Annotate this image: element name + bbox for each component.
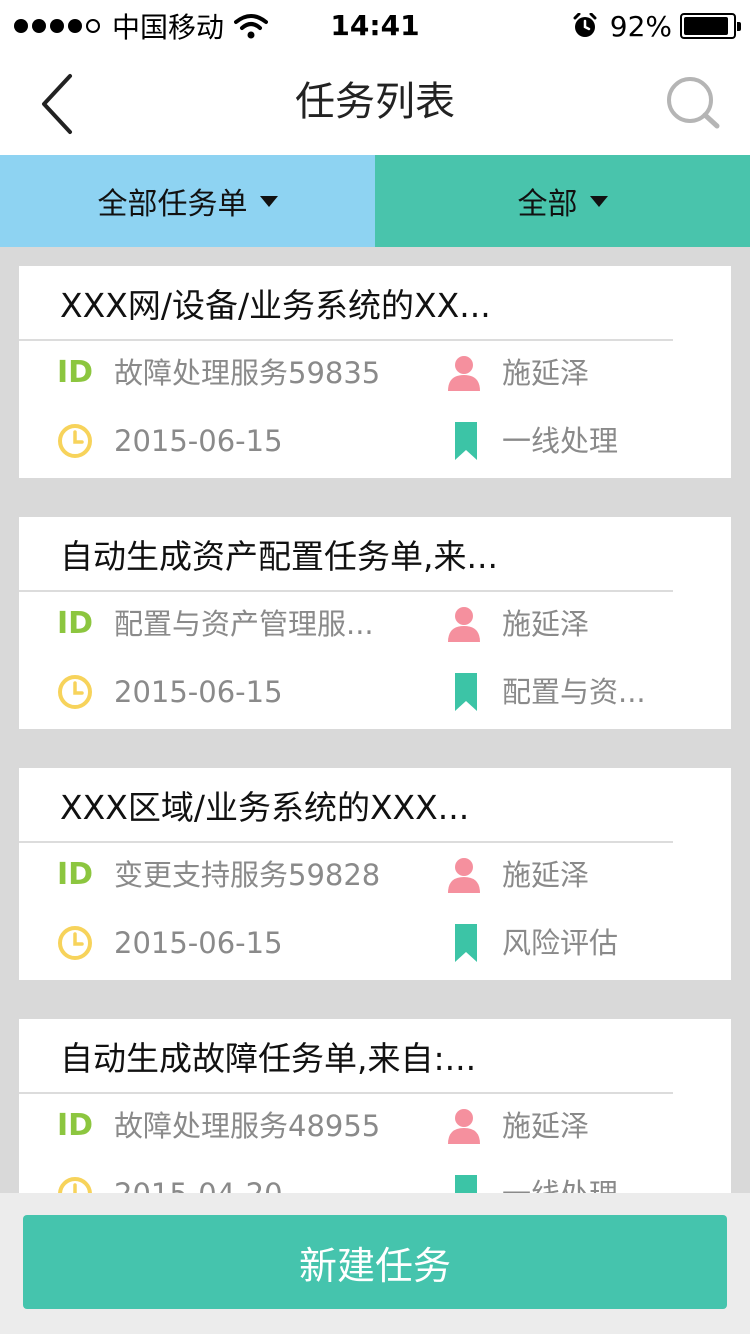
task-assignee: 施延泽 bbox=[502, 356, 590, 390]
battery-icon bbox=[680, 13, 741, 39]
person-icon bbox=[448, 356, 480, 391]
task-card[interactable]: XXX区域/业务系统的XXX... ID 变更支持服务59828 施延泽 201… bbox=[19, 768, 731, 980]
task-service: 故障处理服务48955 bbox=[114, 1109, 381, 1143]
clock-icon bbox=[58, 424, 92, 458]
id-icon: ID bbox=[57, 355, 94, 390]
bookmark-icon bbox=[455, 924, 477, 962]
status-bar: 中国移动 14:41 92% bbox=[0, 0, 750, 52]
task-title: 自动生成资产配置任务单,来... bbox=[60, 537, 498, 576]
task-service: 变更支持服务59828 bbox=[114, 858, 381, 892]
task-info-row: ID 故障处理服务48955 施延泽 bbox=[19, 1101, 731, 1151]
bookmark-icon bbox=[455, 1175, 477, 1193]
person-icon bbox=[448, 858, 480, 893]
task-date: 2015-04-20 bbox=[114, 1169, 283, 1193]
task-stage: 一线处理 bbox=[502, 1169, 618, 1193]
task-assignee: 施延泽 bbox=[502, 1109, 590, 1143]
alarm-clock-icon bbox=[573, 13, 597, 37]
caret-down-icon bbox=[589, 195, 608, 207]
clock-icon bbox=[58, 926, 92, 960]
status-right: 92% bbox=[572, 8, 741, 44]
task-stage: 风险评估 bbox=[502, 926, 619, 960]
clock-icon bbox=[58, 675, 92, 709]
new-task-button[interactable]: 新建任务 bbox=[23, 1215, 727, 1309]
caret-down-icon bbox=[259, 195, 278, 207]
task-assignee: 施延泽 bbox=[502, 858, 590, 892]
clock-icon bbox=[58, 1177, 92, 1193]
bookmark-icon bbox=[455, 422, 477, 460]
task-meta-row: 2015-04-20 一线处理 bbox=[19, 1169, 731, 1193]
task-meta-row: 2015-06-15 风险评估 bbox=[19, 918, 731, 968]
task-date: 2015-06-15 bbox=[114, 424, 283, 458]
task-assignee: 施延泽 bbox=[502, 607, 590, 641]
task-title: XXX区域/业务系统的XXX... bbox=[60, 788, 470, 827]
task-list[interactable]: XXX网/设备/业务系统的XX... ID 故障处理服务59835 施延泽 20… bbox=[0, 247, 750, 1193]
status-filter-label: 全部 bbox=[517, 187, 578, 222]
person-icon bbox=[448, 1109, 480, 1144]
search-button[interactable] bbox=[664, 74, 724, 134]
task-date: 2015-06-15 bbox=[114, 926, 283, 960]
bottom-bar: 新建任务 bbox=[0, 1193, 750, 1334]
divider bbox=[19, 339, 673, 341]
id-icon: ID bbox=[57, 1108, 94, 1143]
status-filter[interactable]: 全部 bbox=[375, 155, 750, 247]
bookmark-icon bbox=[455, 673, 477, 711]
task-type-filter-label: 全部任务单 bbox=[97, 187, 248, 222]
task-stage: 配置与资... bbox=[502, 675, 646, 709]
screen: 中国移动 14:41 92% 任务列表 全部任务单 全部 XXX网/设备/业务系… bbox=[0, 0, 750, 1334]
task-title: XXX网/设备/业务系统的XX... bbox=[60, 286, 491, 325]
page-title: 任务列表 bbox=[295, 79, 455, 125]
task-card[interactable]: 自动生成资产配置任务单,来... ID 配置与资产管理服... 施延泽 2015… bbox=[19, 517, 731, 729]
search-icon bbox=[667, 77, 720, 129]
task-service: 故障处理服务59835 bbox=[114, 356, 381, 390]
task-card[interactable]: 自动生成故障任务单,来自:... ID 故障处理服务48955 施延泽 2015… bbox=[19, 1019, 731, 1193]
task-info-row: ID 变更支持服务59828 施延泽 bbox=[19, 850, 731, 900]
navigation-bar: 任务列表 bbox=[0, 52, 750, 155]
task-title: 自动生成故障任务单,来自:... bbox=[60, 1039, 477, 1078]
task-service: 配置与资产管理服... bbox=[114, 607, 374, 641]
filter-bar: 全部任务单 全部 bbox=[0, 155, 750, 247]
divider bbox=[19, 841, 673, 843]
task-card[interactable]: XXX网/设备/业务系统的XX... ID 故障处理服务59835 施延泽 20… bbox=[19, 266, 731, 478]
task-meta-row: 2015-06-15 配置与资... bbox=[19, 667, 731, 717]
id-icon: ID bbox=[57, 606, 94, 641]
task-stage: 一线处理 bbox=[502, 424, 619, 458]
id-icon: ID bbox=[57, 857, 94, 892]
task-meta-row: 2015-06-15 一线处理 bbox=[19, 416, 731, 466]
divider bbox=[19, 1092, 673, 1094]
task-info-row: ID 故障处理服务59835 施延泽 bbox=[19, 348, 731, 398]
battery-level-fill bbox=[684, 17, 729, 35]
person-icon bbox=[448, 607, 480, 642]
task-date: 2015-06-15 bbox=[114, 675, 283, 709]
battery-percent: 92% bbox=[609, 9, 672, 43]
task-info-row: ID 配置与资产管理服... 施延泽 bbox=[19, 599, 731, 649]
divider bbox=[19, 590, 673, 592]
task-type-filter[interactable]: 全部任务单 bbox=[0, 155, 375, 247]
